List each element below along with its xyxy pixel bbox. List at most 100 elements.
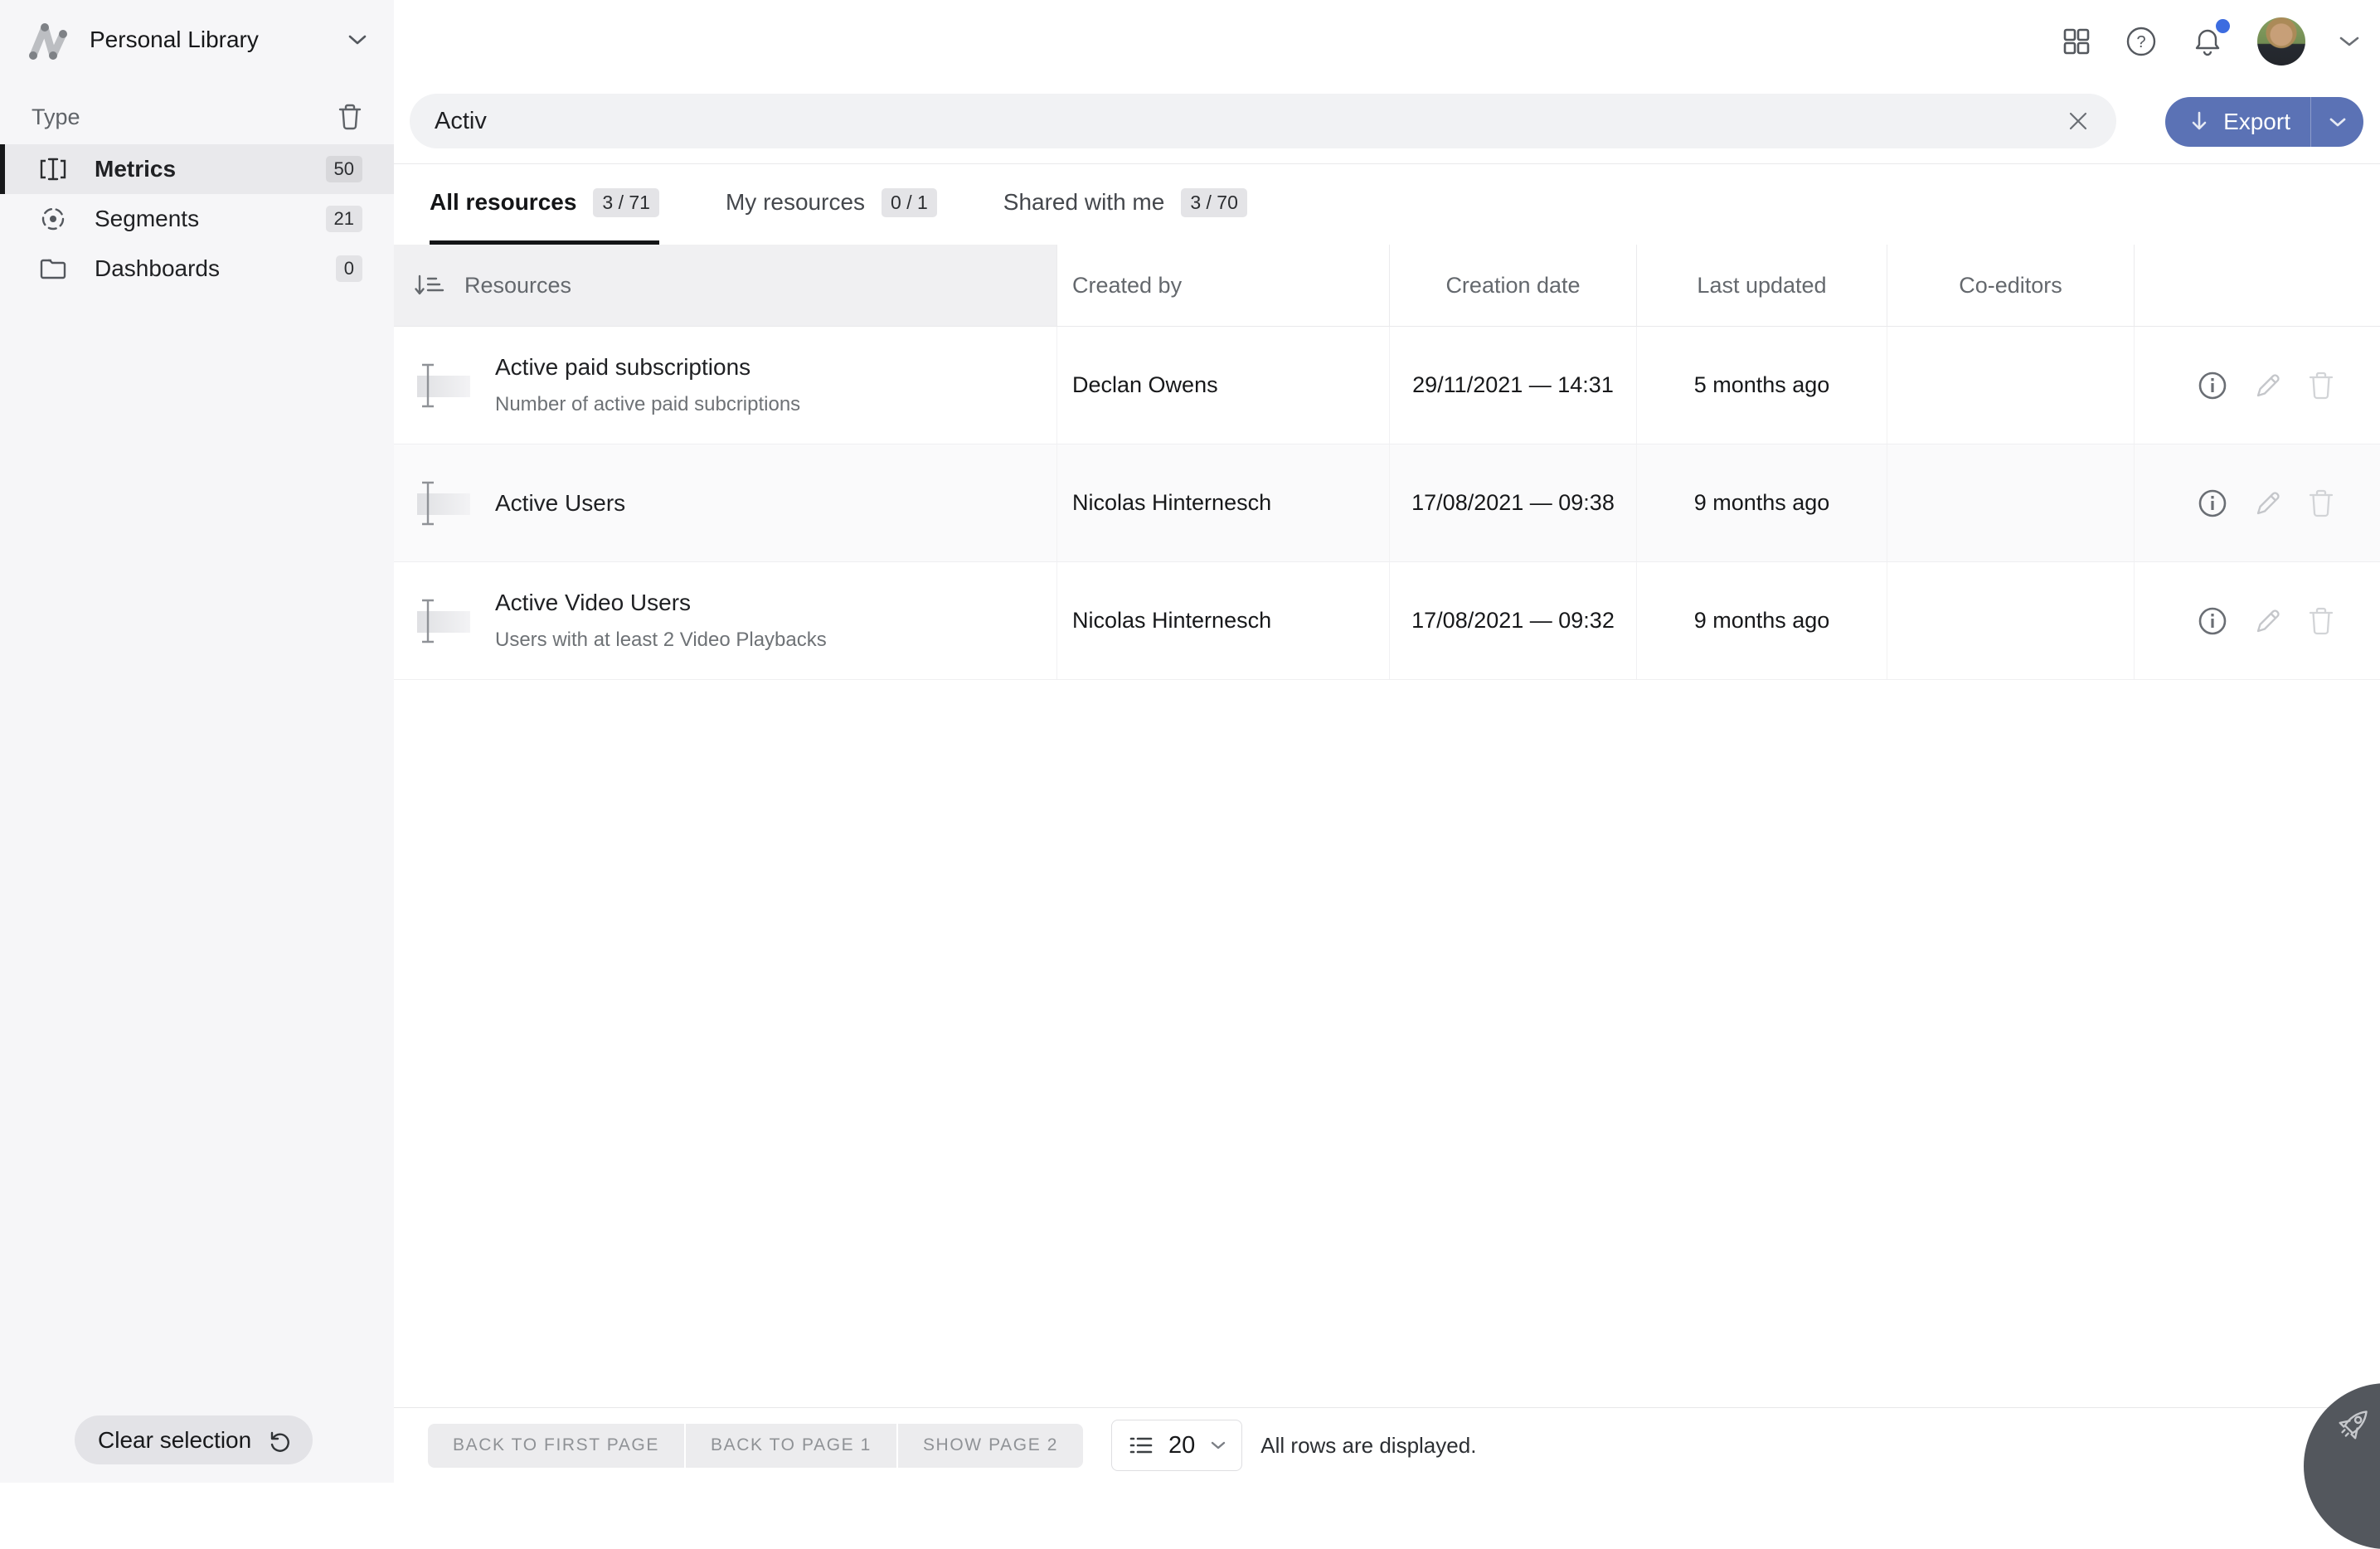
column-header-creation-date: Creation date [1389, 245, 1636, 326]
sidebar-item-segments[interactable]: Segments 21 [0, 194, 394, 244]
table-row[interactable]: Active Video Users Users with at least 2… [394, 562, 2380, 680]
back-to-page-1-button[interactable]: BACK TO PAGE 1 [686, 1424, 896, 1468]
trash-icon [2307, 370, 2335, 401]
library-app: { "app": { "workspace_name": "Personal L… [0, 0, 2380, 1483]
sidebar: Personal Library Type Metrics 50 [0, 0, 394, 1483]
info-icon [2196, 605, 2229, 638]
user-avatar[interactable] [2257, 17, 2305, 66]
tab-count-badge: 0 / 1 [882, 188, 937, 217]
search-input[interactable] [435, 108, 2063, 135]
page-size-dropdown[interactable]: 20 [1111, 1420, 1242, 1471]
top-bar: ? [394, 0, 2380, 164]
last-updated-cell: 5 months ago [1636, 327, 1887, 444]
edit-button[interactable] [2251, 604, 2285, 639]
export-options-chevron-icon[interactable] [2310, 97, 2363, 147]
resources-table: Resources Created by Creation date Last … [394, 245, 2380, 680]
delete-button[interactable] [2305, 486, 2337, 521]
sidebar-item-metrics[interactable]: Metrics 50 [0, 144, 394, 194]
table-header: Resources Created by Creation date Last … [394, 245, 2380, 327]
tab-label: Shared with me [1003, 189, 1165, 216]
tab-label: My resources [726, 189, 865, 216]
resource-description: Users with at least 2 Video Playbacks [495, 629, 827, 652]
clear-selection-button[interactable]: Clear selection [75, 1415, 313, 1464]
column-header-last-updated: Last updated [1636, 245, 1887, 326]
rows-status-text: All rows are displayed. [1260, 1433, 1476, 1459]
pencil-icon [2252, 488, 2284, 519]
app-logo-icon [23, 16, 71, 64]
sidebar-item-dashboards[interactable]: Dashboards 0 [0, 244, 394, 294]
tab-shared-with-me[interactable]: Shared with me 3 / 70 [1003, 164, 1247, 245]
clear-search-icon[interactable] [2063, 106, 2093, 136]
sidebar-item-label: Metrics [95, 156, 176, 182]
show-page-2-button[interactable]: SHOW PAGE 2 [898, 1424, 1083, 1468]
pencil-icon [2252, 605, 2284, 637]
column-header-label: Co-editors [1959, 273, 2062, 299]
resource-description: Number of active paid subcriptions [495, 393, 800, 416]
info-button[interactable] [2194, 485, 2231, 522]
delete-button[interactable] [2305, 368, 2337, 403]
back-to-first-page-button[interactable]: BACK TO FIRST PAGE [428, 1424, 684, 1468]
column-header-co-editors: Co-editors [1887, 245, 2134, 326]
created-by-cell: Nicolas Hinternesch [1056, 562, 1389, 679]
trash-icon [338, 103, 362, 131]
notifications-bell-icon[interactable] [2191, 25, 2224, 58]
resource-title: Active Video Users [495, 590, 827, 616]
export-button[interactable]: Export [2165, 97, 2310, 147]
metric-glyph-icon [414, 359, 474, 412]
type-filter-label: Type [32, 104, 80, 130]
export-label: Export [2223, 109, 2290, 135]
resource-tabs: All resources 3 / 71 My resources 0 / 1 … [394, 164, 2380, 245]
sidebar-item-label: Segments [95, 206, 199, 232]
edit-button[interactable] [2251, 368, 2285, 403]
sidebar-item-count: 0 [336, 255, 362, 282]
metric-glyph-icon [414, 477, 474, 530]
export-split-button: Export [2165, 97, 2363, 147]
help-icon[interactable]: ? [2125, 25, 2158, 58]
pencil-icon [2252, 370, 2284, 401]
resource-title: Active Users [495, 490, 625, 517]
type-filter-header: Type [0, 80, 394, 144]
page-size-value: 20 [1168, 1432, 1195, 1459]
table-row[interactable]: Active Users Nicolas Hinternesch 17/08/2… [394, 444, 2380, 562]
trash-icon [2307, 488, 2335, 519]
info-icon [2196, 487, 2229, 520]
info-icon [2196, 369, 2229, 402]
pagination-bar: BACK TO FIRST PAGE BACK TO PAGE 1 SHOW P… [394, 1407, 2380, 1483]
tab-all-resources[interactable]: All resources 3 / 71 [430, 164, 659, 245]
co-editors-cell [1887, 444, 2134, 561]
sort-descending-icon [413, 272, 444, 299]
co-editors-cell [1887, 327, 2134, 444]
metric-glyph-icon [414, 595, 474, 648]
tab-count-badge: 3 / 71 [593, 188, 659, 217]
row-actions [2134, 562, 2380, 679]
pager-button-group: BACK TO FIRST PAGE BACK TO PAGE 1 SHOW P… [428, 1424, 1083, 1468]
search-bar [410, 94, 2116, 148]
workspace-switcher[interactable]: Personal Library [0, 0, 394, 80]
sidebar-item-count: 21 [326, 206, 362, 232]
resource-cell: Active Users [394, 444, 1056, 561]
type-filter-list: Metrics 50 Segments 21 Dashboards 0 [0, 144, 394, 294]
main-content: ? [394, 0, 2380, 1483]
delete-button[interactable] [2305, 604, 2337, 639]
resource-cell: Active paid subscriptions Number of acti… [394, 327, 1056, 444]
resource-title: Active paid subscriptions [495, 354, 800, 381]
apps-grid-icon[interactable] [2062, 27, 2091, 56]
column-header-resources[interactable]: Resources [394, 245, 1056, 326]
svg-text:?: ? [2136, 33, 2145, 51]
edit-button[interactable] [2251, 486, 2285, 521]
list-icon [1129, 1433, 1154, 1458]
last-updated-cell: 9 months ago [1636, 562, 1887, 679]
sidebar-item-label: Dashboards [95, 255, 220, 282]
table-row[interactable]: Active paid subscriptions Number of acti… [394, 327, 2380, 444]
last-updated-cell: 9 months ago [1636, 444, 1887, 561]
clear-type-filter-button[interactable] [338, 103, 362, 131]
info-button[interactable] [2194, 603, 2231, 639]
account-chevron-down-icon[interactable] [2339, 36, 2360, 47]
tab-my-resources[interactable]: My resources 0 / 1 [726, 164, 937, 245]
creation-date-cell: 17/08/2021 — 09:32 [1389, 562, 1636, 679]
row-actions [2134, 444, 2380, 561]
rocket-icon [2330, 1400, 2377, 1446]
tab-count-badge: 3 / 70 [1181, 188, 1247, 217]
info-button[interactable] [2194, 367, 2231, 404]
co-editors-cell [1887, 562, 2134, 679]
